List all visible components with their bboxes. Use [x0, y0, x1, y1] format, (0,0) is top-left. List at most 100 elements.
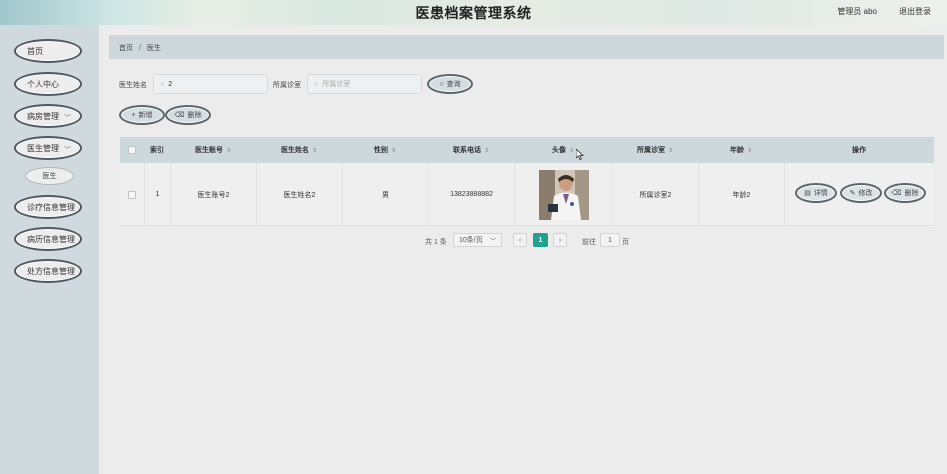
sort-icon[interactable]: ⇕: [391, 147, 396, 154]
page-unit-label: 页: [622, 239, 629, 246]
chevron-right-icon: ›: [558, 236, 562, 244]
table-row: 1 医生账号2 医生姓名2 男 13823888882 所属诊室2 年龄2 ▤ …: [120, 163, 934, 226]
sort-icon[interactable]: ⇕: [312, 147, 317, 154]
search-icon: ○: [160, 80, 165, 88]
col-name-label: 医生姓名: [280, 147, 309, 154]
sort-icon[interactable]: ⇕: [226, 147, 231, 154]
col-actions-label: 操作: [852, 147, 866, 154]
sidebar-item-label: 病房管理: [27, 111, 59, 121]
sidebar-item-label: 处方信息管理: [27, 266, 75, 276]
next-page-button[interactable]: ›: [553, 233, 567, 247]
bulk-delete-button[interactable]: ⌫ 删除: [165, 105, 211, 125]
col-age[interactable]: 年龄 ⇕: [698, 137, 784, 163]
cell-phone: 13823888882: [428, 163, 514, 226]
prev-page-button[interactable]: ‹: [513, 233, 527, 247]
cell-name: 医生姓名2: [256, 163, 342, 226]
col-account-label: 医生账号: [194, 147, 223, 154]
select-all-cell[interactable]: [120, 137, 144, 163]
col-index: 索引: [144, 137, 170, 163]
edit-button[interactable]: ✎ 修改: [840, 183, 882, 203]
cell-account: 医生账号2: [170, 163, 256, 226]
sidebar-item-profile[interactable]: 个人中心: [14, 72, 82, 96]
select-all-checkbox[interactable]: [128, 146, 136, 154]
chevron-left-icon: ‹: [518, 236, 522, 244]
row-delete-button-label: 删除: [904, 190, 919, 197]
doctor-name-value: 2: [168, 80, 173, 88]
chevron-down-icon: ﹀: [489, 238, 496, 245]
breadcrumb-current: 医生: [146, 45, 161, 52]
row-select-cell[interactable]: [120, 163, 144, 226]
col-avatar[interactable]: 头像 ⇕: [514, 137, 612, 163]
page-size-select[interactable]: 10条/页 ﹀: [453, 233, 502, 247]
breadcrumb-home[interactable]: 首页: [119, 45, 133, 52]
sidebar-item-label: 病历信息管理: [27, 234, 75, 244]
cell-age: 年龄2: [698, 163, 784, 226]
sidebar-item-diagnosis[interactable]: 诊疗信息管理: [14, 195, 82, 219]
page-number-current[interactable]: 1: [533, 233, 548, 247]
sidebar: 首页 个人中心 病房管理 ﹀ 医生管理 ﹀ 医生 诊疗信息管理 病历信息管理 处…: [0, 25, 99, 474]
dept-placeholder: 所属诊室: [322, 81, 351, 88]
top-header: 医患档案管理系统 管理员 abo 退出登录: [0, 0, 947, 25]
col-name[interactable]: 医生姓名 ⇕: [256, 137, 342, 163]
chevron-down-icon: ﹀: [64, 115, 71, 122]
avatar[interactable]: [538, 169, 589, 220]
add-button-label: 新增: [138, 112, 153, 119]
col-gender-label: 性别: [373, 147, 388, 154]
dept-label: 所属诊室: [273, 82, 301, 89]
plus-icon: +: [131, 111, 136, 119]
delete-button-label: 删除: [187, 112, 202, 119]
search-icon: ○: [314, 80, 319, 88]
col-phone[interactable]: 联系电话 ⇕: [428, 137, 514, 163]
detail-button-label: 详情: [813, 190, 828, 197]
sort-icon[interactable]: ⇕: [668, 147, 673, 154]
sidebar-item-label: 医生管理: [27, 143, 59, 153]
query-button-label: 查询: [446, 81, 461, 88]
sort-icon[interactable]: ⇕: [484, 147, 489, 154]
sidebar-subitem-label: 医生: [42, 173, 57, 180]
goto-label: 前往: [582, 239, 596, 246]
row-checkbox[interactable]: [128, 190, 136, 199]
breadcrumb: 首页 / 医生: [109, 35, 944, 59]
doctor-photo: [538, 169, 589, 220]
sort-icon[interactable]: ⇕: [569, 147, 574, 154]
sidebar-item-doctor[interactable]: 医生管理 ﹀: [14, 136, 82, 160]
search-icon: ○: [439, 80, 444, 88]
table-header: 索引 医生账号 ⇕ 医生姓名 ⇕ 性别 ⇕ 联系电话 ⇕ 头像 ⇕ 所属诊室 ⇕ 年龄 ⇕ 操…: [120, 137, 934, 163]
col-gender[interactable]: 性别 ⇕: [342, 137, 428, 163]
chevron-down-icon: ﹀: [64, 147, 71, 154]
col-account[interactable]: 医生账号 ⇕: [170, 137, 256, 163]
sort-icon[interactable]: ⇕: [747, 147, 752, 154]
col-actions: 操作: [784, 137, 934, 163]
edit-button-label: 修改: [858, 190, 873, 197]
cell-avatar: [514, 163, 612, 226]
doctor-name-input[interactable]: ○ 2: [153, 74, 268, 94]
sidebar-item-ward[interactable]: 病房管理 ﹀: [14, 104, 82, 128]
sidebar-item-label: 诊疗信息管理: [27, 202, 75, 212]
sidebar-subitem-doctor[interactable]: 医生: [25, 167, 74, 185]
doctor-name-label: 医生姓名: [119, 82, 147, 89]
dept-input[interactable]: ○ 所属诊室: [307, 74, 422, 94]
col-index-label: 索引: [150, 147, 164, 154]
sidebar-item-medical-record[interactable]: 病历信息管理: [14, 227, 82, 251]
col-avatar-label: 头像: [551, 147, 566, 154]
col-age-label: 年龄: [729, 147, 744, 154]
goto-page-input[interactable]: 1: [600, 233, 620, 247]
add-button[interactable]: + 新增: [119, 105, 165, 125]
col-dept-label: 所属诊室: [636, 147, 665, 154]
page-size-value: 10条/页: [459, 237, 483, 244]
sidebar-item-prescription[interactable]: 处方信息管理: [14, 259, 82, 283]
row-delete-button[interactable]: ⌫ 删除: [884, 183, 926, 203]
sidebar-item-home[interactable]: 首页: [14, 39, 82, 63]
trash-icon: ⌫: [174, 112, 185, 119]
edit-icon: ✎: [849, 190, 856, 197]
app-title: 医患档案管理系统: [415, 5, 532, 21]
logout-link[interactable]: 退出登录: [899, 6, 931, 17]
cell-dept: 所属诊室2: [612, 163, 698, 226]
col-dept[interactable]: 所属诊室 ⇕: [612, 137, 698, 163]
document-icon: ▤: [804, 190, 811, 197]
current-user: 管理员 abo: [837, 7, 877, 16]
query-button[interactable]: ○ 查询: [427, 74, 473, 94]
cell-gender: 男: [342, 163, 428, 226]
detail-button[interactable]: ▤ 详情: [795, 183, 837, 203]
col-phone-label: 联系电话: [452, 147, 481, 154]
